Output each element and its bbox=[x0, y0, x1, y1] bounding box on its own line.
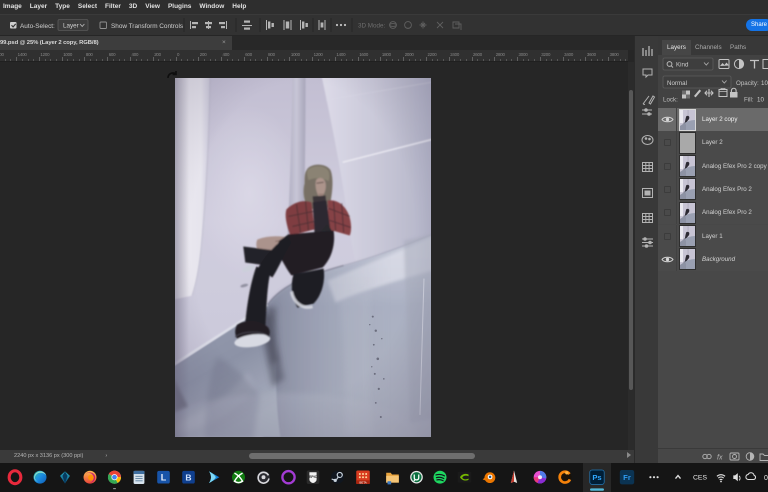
svg-text:Ps: Ps bbox=[592, 473, 601, 482]
svg-text:Auto-Select:: Auto-Select: bbox=[20, 23, 55, 30]
svg-text:0: 0 bbox=[764, 475, 768, 482]
svg-text:3D Mode:: 3D Mode: bbox=[358, 23, 386, 30]
svg-text:L: L bbox=[161, 472, 167, 482]
svg-text:CES: CES bbox=[693, 475, 707, 482]
svg-text:Normal: Normal bbox=[667, 80, 687, 87]
svg-text:Layer: Layer bbox=[63, 23, 79, 30]
svg-text:Fill:: Fill: bbox=[744, 96, 754, 103]
svg-text:BETA: BETA bbox=[359, 480, 366, 484]
svg-text:fx: fx bbox=[717, 455, 723, 462]
svg-text:10: 10 bbox=[761, 80, 768, 87]
svg-text:Kind: Kind bbox=[676, 62, 689, 69]
svg-text:10: 10 bbox=[757, 96, 764, 103]
svg-text:Lock:: Lock: bbox=[663, 96, 678, 103]
svg-text:B: B bbox=[185, 472, 191, 482]
svg-text:Show Transform Controls: Show Transform Controls bbox=[111, 23, 183, 30]
svg-text:EPIC: EPIC bbox=[309, 475, 318, 479]
svg-text:Opacity:: Opacity: bbox=[736, 80, 759, 87]
svg-text:Fr: Fr bbox=[623, 473, 631, 482]
